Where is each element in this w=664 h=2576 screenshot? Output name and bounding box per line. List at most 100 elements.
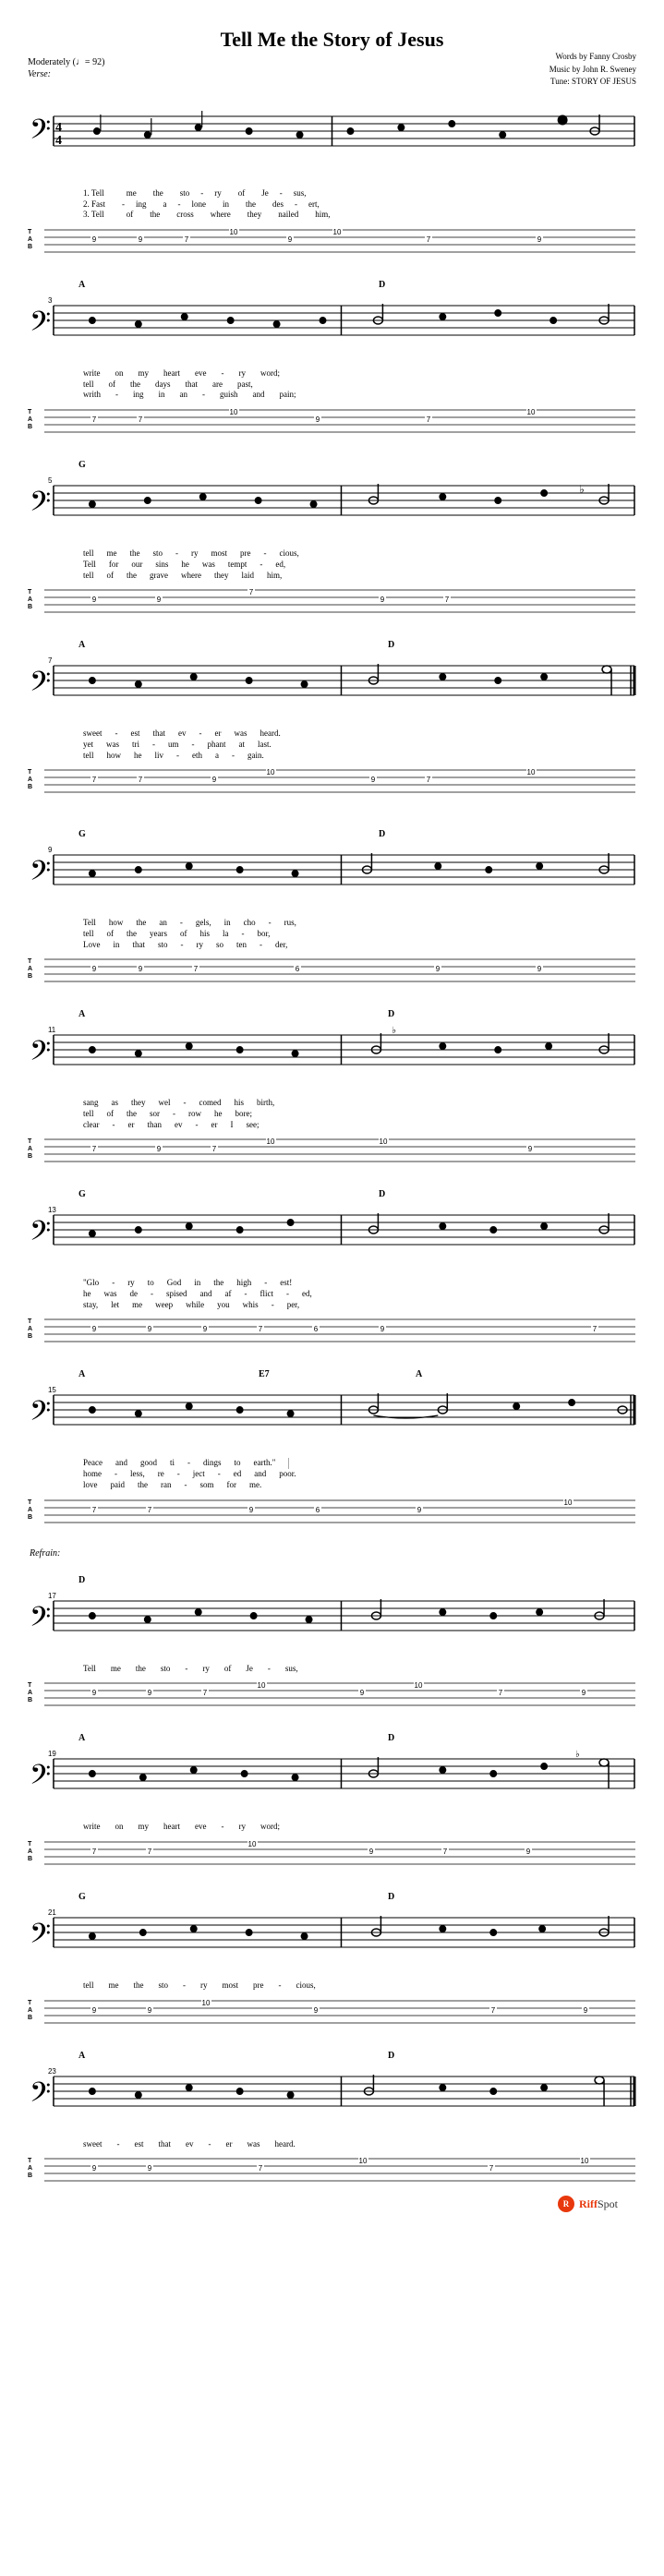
svg-text:A: A: [28, 416, 32, 423]
svg-text:A: A: [28, 1146, 32, 1152]
svg-text:A: A: [28, 1507, 32, 1513]
staff-svg-3: 𝄢 5 ♭: [28, 475, 636, 548]
tab-3: T A B 9 9 7 9 7: [28, 583, 636, 620]
chord-D-9: D: [78, 1575, 85, 1585]
svg-text:10: 10: [230, 408, 238, 416]
svg-text:T: T: [28, 1499, 32, 1506]
svg-text:9: 9: [369, 1848, 374, 1856]
lyrics-11: tellme thesto -ry mostpre -cious,: [28, 1980, 636, 1992]
music-system-7: G D 𝄢 13: [28, 1174, 636, 1349]
lyrics-1: 1. Tell me the sto - ry of Je - sus, 2. …: [28, 188, 636, 221]
svg-text:9: 9: [139, 235, 143, 244]
chord-row-4: A D: [28, 640, 636, 655]
staff-svg-7: 𝄢 13: [28, 1204, 636, 1278]
music-system-3: G 𝄢 5 ♭: [28, 445, 636, 620]
credits-music: Music by John R. Sweney: [549, 64, 636, 77]
svg-text:9: 9: [380, 596, 385, 604]
svg-text:7: 7: [259, 2164, 263, 2173]
svg-text:9: 9: [92, 1689, 97, 1697]
svg-text:B: B: [28, 784, 32, 790]
credits-words: Words by Fanny Crosby: [549, 51, 636, 64]
music-system-11: G D 𝄢 21: [28, 1877, 636, 2030]
svg-text:𝄢: 𝄢: [30, 1036, 51, 1073]
chord-row-2: A D: [28, 280, 636, 295]
chord-row-11: G D: [28, 1892, 636, 1907]
chord-A-12: A: [78, 2051, 85, 2061]
chord-A-2: A: [78, 280, 85, 290]
svg-text:9: 9: [139, 965, 143, 973]
svg-text:T: T: [28, 409, 32, 415]
tempo-marking: Moderately (♩= 92): [28, 57, 636, 67]
lyrics-9: Tellme thesto -ry ofJe -sus,: [28, 1664, 636, 1675]
svg-text:𝄢: 𝄢: [30, 667, 51, 704]
chord-D-4: D: [388, 640, 394, 650]
svg-text:B: B: [28, 244, 32, 250]
svg-text:7: 7: [92, 776, 97, 784]
svg-text:7: 7: [92, 1145, 97, 1153]
svg-text:𝄢: 𝄢: [30, 1919, 51, 1956]
svg-text:9: 9: [582, 1689, 586, 1697]
svg-text:10: 10: [230, 228, 238, 236]
svg-text:7: 7: [212, 1145, 217, 1153]
svg-text:9: 9: [417, 1506, 422, 1514]
verse-label: Verse:: [28, 69, 636, 79]
svg-text:7: 7: [489, 2164, 494, 2173]
svg-text:A: A: [28, 1848, 32, 1855]
chord-G-7: G: [78, 1189, 86, 1199]
staff-svg-5: 𝄢 9: [28, 844, 636, 918]
svg-text:𝄢: 𝄢: [30, 487, 51, 524]
svg-text:T: T: [28, 1682, 32, 1689]
music-system-6: A D 𝄢 11 ♭: [28, 994, 636, 1169]
staff-svg-9: 𝄢 17: [28, 1590, 636, 1664]
svg-text:9: 9: [528, 1145, 533, 1153]
tab-8: T A B 7 7 9 6 9 10: [28, 1493, 636, 1530]
svg-text:B: B: [28, 1514, 32, 1521]
staff-svg-8: 𝄢 15: [28, 1384, 636, 1458]
chord-D-6: D: [388, 1009, 394, 1019]
svg-text:10: 10: [267, 1138, 275, 1146]
svg-text:7: 7: [249, 588, 254, 596]
svg-text:15: 15: [48, 1386, 56, 1394]
svg-text:T: T: [28, 1841, 32, 1848]
lyrics-2: writeonmy hearteve- ryword; tellofthe da…: [28, 368, 636, 401]
svg-text:B: B: [28, 604, 32, 610]
music-system-9: D 𝄢 17: [28, 1560, 636, 1714]
lyrics-10: writeon myheart eve- ryword;: [28, 1822, 636, 1833]
chord-row-5: G D: [28, 829, 636, 844]
svg-text:♭: ♭: [392, 1026, 396, 1036]
svg-text:7: 7: [48, 656, 53, 665]
svg-text:10: 10: [527, 768, 536, 776]
svg-text:23: 23: [48, 2067, 56, 2076]
svg-text:A: A: [28, 776, 32, 783]
svg-text:A: A: [28, 2165, 32, 2172]
svg-text:10: 10: [359, 2157, 368, 2165]
svg-text:9: 9: [92, 2006, 97, 2015]
chord-A-4: A: [78, 640, 85, 650]
svg-text:9: 9: [148, 1689, 152, 1697]
lyrics-5: Tellhowthe an-gels, incho-rus, tellofthe…: [28, 918, 636, 950]
watermark-logo: R: [558, 2196, 574, 2212]
svg-text:B: B: [28, 424, 32, 430]
svg-text:9: 9: [314, 2006, 319, 2015]
music-system-8: A E7 A 𝄢 15: [28, 1354, 636, 1529]
svg-text:9: 9: [48, 846, 53, 854]
svg-text:♭: ♭: [575, 1750, 580, 1760]
tab-svg-11: T A B 9 9 10 9 7 9: [28, 1993, 637, 2030]
chord-row-6: A D: [28, 1009, 636, 1024]
svg-text:4: 4: [55, 134, 62, 148]
tab-10: T A B 7 7 10 9 7 9: [28, 1835, 636, 1872]
svg-text:B: B: [28, 2015, 32, 2021]
svg-text:9: 9: [526, 1848, 531, 1856]
music-system-10: A D 𝄢 19 ♭: [28, 1718, 636, 1872]
svg-text:T: T: [28, 229, 32, 235]
chord-A2-8: A: [416, 1369, 422, 1379]
svg-text:10: 10: [564, 1499, 573, 1507]
svg-text:9: 9: [537, 235, 542, 244]
svg-text:7: 7: [443, 1848, 448, 1856]
svg-text:10: 10: [258, 1681, 266, 1690]
svg-text:10: 10: [267, 768, 275, 776]
chord-D-12: D: [388, 2051, 394, 2061]
music-system-4: A D 𝄢 7: [28, 625, 636, 800]
music-system-2: A D 𝄢 3: [28, 265, 636, 439]
chord-A-6: A: [78, 1009, 85, 1019]
